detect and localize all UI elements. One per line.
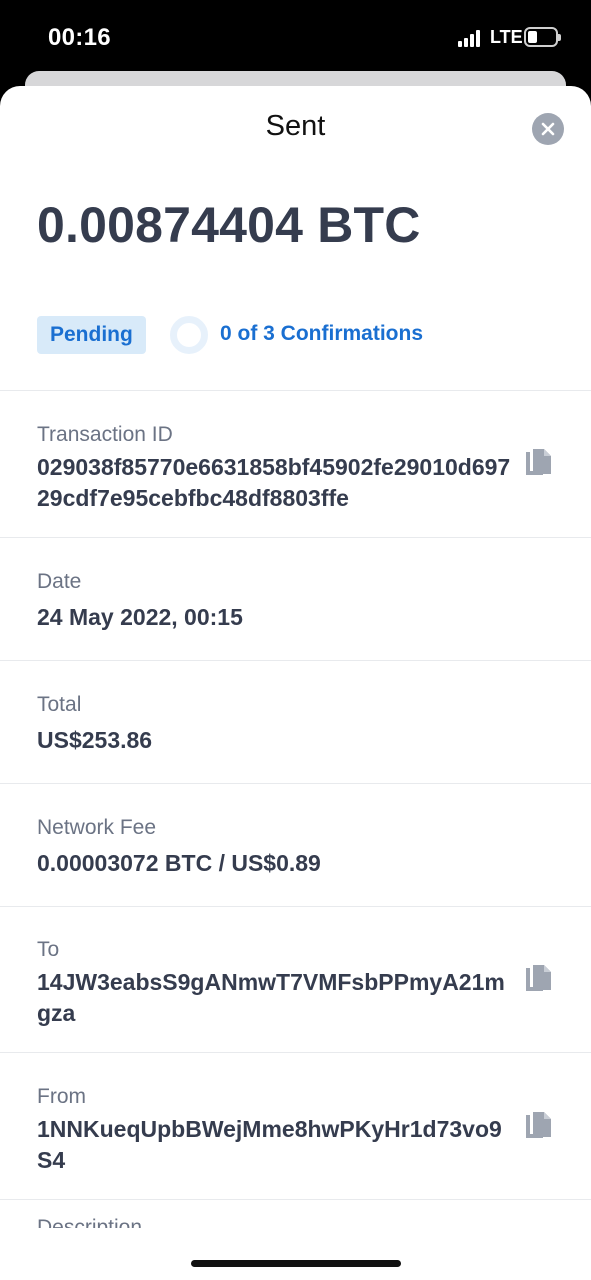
status-badge: Pending bbox=[37, 316, 146, 354]
transaction-id-value[interactable]: 029038f85770e6631858bf45902fe29010d69729… bbox=[37, 452, 513, 514]
copy-icon bbox=[526, 1112, 551, 1138]
copy-to-address-button[interactable] bbox=[524, 964, 552, 996]
date-value: 24 May 2022, 00:15 bbox=[37, 604, 243, 630]
to-label: To bbox=[37, 938, 60, 961]
network-fee-value: 0.00003072 BTC / US$0.89 bbox=[37, 850, 321, 876]
copy-icon bbox=[526, 965, 551, 991]
close-icon bbox=[541, 122, 555, 136]
confirmations-link[interactable]: 0 of 3 Confirmations bbox=[220, 322, 423, 346]
divider bbox=[0, 537, 591, 538]
transaction-id-label: Transaction ID bbox=[37, 423, 173, 446]
transaction-detail-sheet: Sent 0.00874404 BTC Pending 0 of 3 Confi… bbox=[0, 86, 591, 1280]
description-label: Description bbox=[37, 1216, 143, 1228]
divider bbox=[0, 783, 591, 784]
network-label: LTE bbox=[490, 27, 523, 47]
signal-icon bbox=[458, 29, 484, 47]
divider bbox=[0, 906, 591, 907]
close-button[interactable] bbox=[532, 113, 564, 145]
divider bbox=[0, 1199, 591, 1200]
network-fee-label: Network Fee bbox=[37, 816, 157, 839]
total-value: US$253.86 bbox=[37, 727, 153, 753]
copy-from-address-button[interactable] bbox=[524, 1111, 552, 1143]
status-bar: 00:16 LTE bbox=[0, 0, 591, 72]
sheet-title: Sent bbox=[265, 110, 326, 142]
transaction-amount: 0.00874404 BTC bbox=[37, 197, 421, 253]
divider bbox=[0, 390, 591, 391]
from-label: From bbox=[37, 1085, 86, 1108]
divider bbox=[0, 660, 591, 661]
home-indicator[interactable] bbox=[191, 1260, 401, 1267]
confirmation-progress-icon bbox=[170, 316, 208, 354]
from-address-value[interactable]: 1NNKueqUpbBWejMme8hwPKyHr1d73vo9S4 bbox=[37, 1114, 513, 1176]
date-label: Date bbox=[37, 570, 82, 593]
copy-icon bbox=[526, 449, 551, 475]
divider bbox=[0, 1052, 591, 1053]
total-label: Total bbox=[37, 693, 82, 716]
to-address-value[interactable]: 14JW3eabsS9gANmwT7VMFsbPPmyA21mgza bbox=[37, 967, 513, 1029]
battery-icon bbox=[524, 27, 561, 47]
copy-transaction-id-button[interactable] bbox=[524, 448, 552, 480]
status-time: 00:16 bbox=[48, 24, 111, 51]
